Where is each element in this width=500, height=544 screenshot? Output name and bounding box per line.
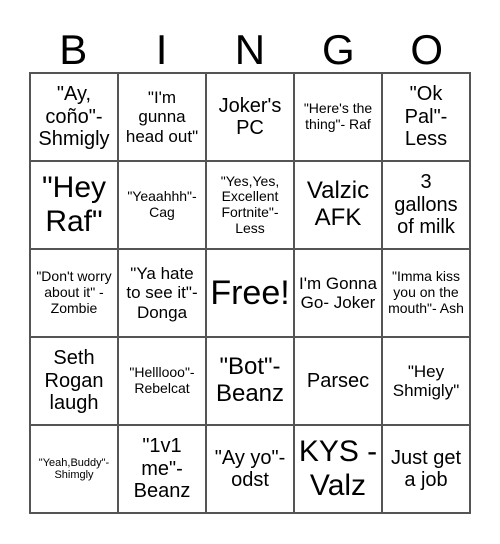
bingo-cell[interactable]: Seth Rogan laugh — [30, 337, 118, 425]
cell-text: "Hey Raf" — [42, 171, 106, 238]
bingo-cell[interactable]: "Ay, coño"- Shmigly — [30, 73, 118, 161]
cell-text: "Bot"- Beanz — [215, 353, 285, 407]
bingo-cell[interactable]: "Hey Raf" — [30, 161, 118, 249]
cell-text: Seth Rogan laugh — [44, 347, 104, 415]
bingo-cell[interactable]: KYS -Valz — [294, 425, 382, 513]
bingo-cell[interactable]: "Here's the thing"- Raf — [294, 73, 382, 161]
bingo-header: B I N G O — [29, 28, 471, 72]
cell-text: "Hey Shmigly" — [392, 361, 460, 400]
bingo-cell[interactable]: "Ya hate to see it"- Donga — [118, 249, 206, 337]
cell-text: "Ya hate to see it"- Donga — [126, 264, 198, 322]
cell-text: "Ay yo"- odst — [214, 446, 286, 491]
bingo-cell[interactable]: I'm Gonna Go- Joker — [294, 249, 382, 337]
bingo-cell[interactable]: "Don't worry about it" - Zombie — [30, 249, 118, 337]
bingo-cell[interactable]: "1v1 me"- Beanz — [118, 425, 206, 513]
header-letter-b: B — [59, 26, 88, 73]
cell-text: I'm Gonna Go- Joker — [299, 273, 377, 312]
bingo-cell[interactable]: "Hey Shmigly" — [382, 337, 470, 425]
cell-text: "1v1 me"- Beanz — [133, 435, 191, 503]
bingo-cell[interactable]: "Ay yo"- odst — [206, 425, 294, 513]
cell-text: "Don't worry about it" - Zombie — [36, 268, 112, 316]
bingo-cell[interactable]: "Imma kiss you on the mouth"- Ash — [382, 249, 470, 337]
bingo-cell[interactable]: 3 gallons of milk — [382, 161, 470, 249]
cell-text: "Ok Pal"- Less — [404, 83, 448, 151]
free-cell[interactable]: Free! — [206, 249, 294, 337]
bingo-cell[interactable]: "Bot"- Beanz — [206, 337, 294, 425]
cell-text: "Yeah,Buddy"- Shimgly — [38, 456, 110, 481]
cell-text: "Ay, coño"- Shmigly — [38, 83, 110, 151]
cell-text: "Yeaahhh"- Cag — [127, 188, 197, 220]
bingo-cell[interactable]: "Yeah,Buddy"- Shimgly — [30, 425, 118, 513]
header-letter-n: N — [234, 26, 266, 73]
bingo-cell[interactable]: "Helllooo"- Rebelcat — [118, 337, 206, 425]
cell-text: Joker's PC — [218, 94, 282, 139]
header-letter-g: G — [322, 26, 355, 73]
bingo-cell[interactable]: Parsec — [294, 337, 382, 425]
cell-text: "Yes,Yes, Excellent Fortnite"- Less — [220, 172, 280, 236]
bingo-cell[interactable]: "Yes,Yes, Excellent Fortnite"- Less — [206, 161, 294, 249]
bingo-cell[interactable]: Joker's PC — [206, 73, 294, 161]
cell-text: 3 gallons of milk — [394, 171, 458, 239]
cell-text: Just get a job — [390, 446, 462, 491]
cell-text: "Imma kiss you on the mouth"- Ash — [388, 268, 464, 316]
cell-text: Valzic AFK — [306, 177, 370, 231]
cell-text: "Helllooo"- Rebelcat — [129, 364, 195, 396]
header-letter-o: O — [410, 26, 444, 73]
cell-text: "Here's the thing"- Raf — [303, 100, 373, 132]
bingo-cell[interactable]: "Yeaahhh"- Cag — [118, 161, 206, 249]
cell-text: Free! — [210, 273, 290, 312]
cell-text: Parsec — [306, 369, 370, 392]
bingo-cell[interactable]: Just get a job — [382, 425, 470, 513]
bingo-cell[interactable]: "Ok Pal"- Less — [382, 73, 470, 161]
bingo-grid: "Ay, coño"- Shmigly "I'm gunna head out"… — [29, 72, 471, 514]
bingo-cell[interactable]: "I'm gunna head out" — [118, 73, 206, 161]
bingo-cell[interactable]: Valzic AFK — [294, 161, 382, 249]
cell-text: "I'm gunna head out" — [125, 88, 199, 146]
cell-text: KYS -Valz — [298, 435, 378, 502]
header-letter-i: I — [155, 26, 168, 73]
